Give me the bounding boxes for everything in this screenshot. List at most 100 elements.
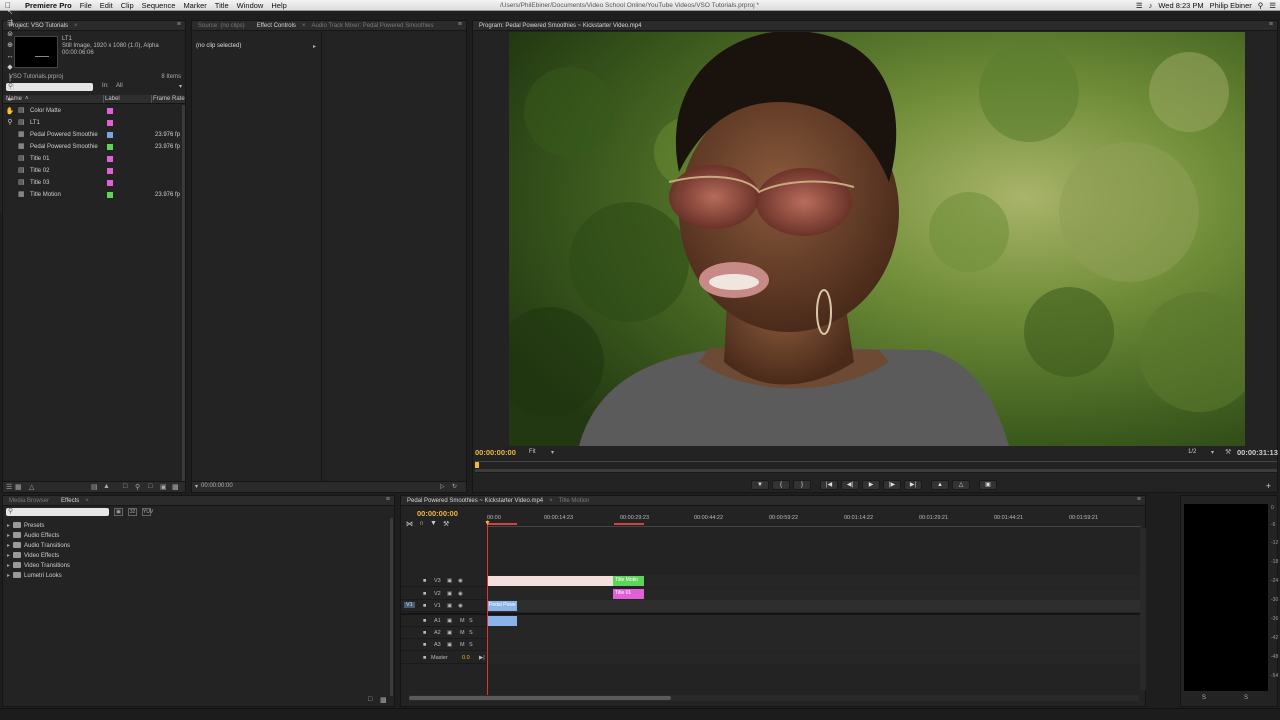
tab-effect-controls[interactable]: Effect Controls <box>251 23 302 29</box>
hand-tool-icon[interactable]: ✋ <box>5 107 15 116</box>
label-swatch[interactable] <box>107 132 113 138</box>
timeline-clip[interactable]: Title 01 <box>613 589 644 599</box>
search-icon[interactable]: ⚲ <box>1258 1 1264 10</box>
solo-icon[interactable]: S <box>469 630 473 636</box>
track-name[interactable]: V2 <box>434 591 441 597</box>
icon-view-icon[interactable]: ▦ <box>15 483 22 491</box>
rolling-edit-tool-icon[interactable]: ⊕ <box>5 41 15 50</box>
new-bin-icon[interactable]: □ <box>368 696 372 703</box>
timeline-timecode[interactable]: 00:00:00:00 <box>417 509 458 518</box>
toggle-sync-icon[interactable]: ▣ <box>447 630 452 636</box>
lock-icon[interactable]: ■ <box>423 591 426 597</box>
nest-icon[interactable]: ⋈ <box>406 520 413 528</box>
col-frame-rate[interactable]: Frame Rate <box>153 96 185 102</box>
folder-presets[interactable]: ▸ Presets <box>7 522 44 529</box>
panel-menu-icon[interactable]: ≡ <box>458 21 462 28</box>
zoom-level-select[interactable]: Fit <box>529 449 536 455</box>
label-swatch[interactable] <box>107 168 113 174</box>
yuv-effects-icon[interactable]: YUV <box>142 508 153 516</box>
wifi-icon[interactable]: ☰ <box>1136 1 1143 10</box>
pen-tool-icon[interactable]: ✒ <box>5 96 15 105</box>
menu-clip[interactable]: Clip <box>121 1 134 10</box>
project-item[interactable]: ▤ LT1 <box>3 117 185 129</box>
toggle-sync-icon[interactable]: ▣ <box>447 591 452 597</box>
track-lane[interactable] <box>487 639 1141 651</box>
slide-tool-icon[interactable]: ⇔ <box>5 85 15 94</box>
program-time-ruler[interactable] <box>475 461 1277 473</box>
folder-video-effects[interactable]: ▸ Video Effects <box>7 552 59 559</box>
timeline-vertical-scrollbar[interactable] <box>1140 528 1146 690</box>
lock-icon[interactable]: ■ <box>423 578 426 584</box>
track-select-tool-icon[interactable]: ⇶ <box>5 19 15 28</box>
panel-menu-icon[interactable]: ≡ <box>1269 21 1273 28</box>
mute-icon[interactable]: M <box>460 630 465 636</box>
go-to-in-button[interactable]: |◀ <box>820 480 838 490</box>
go-to-out-button[interactable]: ▶| <box>904 480 922 490</box>
chevron-down-icon[interactable]: ▾ <box>1211 449 1214 456</box>
button-editor-plus-icon[interactable]: + <box>1266 481 1271 491</box>
toggle-sync-icon[interactable]: ▣ <box>447 642 452 648</box>
chevron-right-icon[interactable]: ▸ <box>7 533 10 539</box>
project-search-input[interactable]: ⚲ <box>6 83 93 91</box>
menu-window[interactable]: Window <box>237 1 264 10</box>
playhead-handle-icon[interactable]: ▼ <box>484 520 491 527</box>
mark-out-button[interactable]: } <box>793 480 811 490</box>
folder-lumetri-looks[interactable]: ▸ Lumetri Looks <box>7 572 62 579</box>
program-current-timecode[interactable]: 00:00:00:00 <box>475 448 516 457</box>
project-item[interactable]: ▦ Pedal Powered Smoothie 23.976 fp <box>3 141 185 153</box>
razor-tool-icon[interactable]: ◆ <box>5 63 15 72</box>
chevron-right-icon[interactable]: ▸ <box>7 563 10 569</box>
solo-icon[interactable]: S <box>469 618 473 624</box>
timeline-playhead[interactable] <box>487 520 488 698</box>
timeline-clip[interactable]: Title Motio <box>613 576 644 586</box>
tab-title-motion[interactable]: Title Motion <box>553 498 596 504</box>
eye-icon[interactable]: ◉ <box>458 603 463 609</box>
chevron-right-icon[interactable]: ▸ <box>7 553 10 559</box>
eye-icon[interactable]: ◉ <box>458 591 463 597</box>
label-swatch[interactable] <box>107 192 113 198</box>
chevron-right-icon[interactable]: ▸ <box>313 43 316 50</box>
track-lane[interactable] <box>487 627 1141 639</box>
step-back-button[interactable]: ◀| <box>841 480 859 490</box>
project-item[interactable]: ▤ Title 03 <box>3 177 185 189</box>
lock-icon[interactable]: ■ <box>423 655 426 661</box>
playback-resolution-select[interactable]: 1/2 <box>1188 449 1196 455</box>
track-lane[interactable] <box>487 615 1141 627</box>
track-name[interactable]: V3 <box>434 578 441 584</box>
col-label[interactable]: Label <box>105 96 120 102</box>
ripple-edit-tool-icon[interactable]: ⊜ <box>5 30 15 39</box>
trash-icon[interactable]: ▩ <box>172 483 179 491</box>
notifications-icon[interactable]: ☰ <box>1269 1 1276 10</box>
project-item[interactable]: ▦ Title Motion 23.976 fp <box>3 189 185 201</box>
track-name[interactable]: A2 <box>434 630 441 636</box>
lock-icon[interactable]: ■ <box>423 630 426 636</box>
go-to-next-icon[interactable]: ▶| <box>479 655 485 661</box>
32bit-effects-icon[interactable]: 32 <box>128 508 137 516</box>
toggle-sync-icon[interactable]: ▣ <box>447 618 452 624</box>
tab-effects[interactable]: Effects <box>55 498 85 504</box>
extract-button[interactable]: △ <box>952 480 970 490</box>
step-forward-button[interactable]: |▶ <box>883 480 901 490</box>
folder-audio-effects[interactable]: ▸ Audio Effects <box>7 532 59 539</box>
project-item[interactable]: ▤ Color Matte <box>3 105 185 117</box>
solo-right-button[interactable]: S <box>1244 695 1248 701</box>
project-item[interactable]: ▤ Title 02 <box>3 165 185 177</box>
clock[interactable]: Wed 8:23 PM <box>1158 1 1203 10</box>
panel-menu-icon[interactable]: ≡ <box>177 21 181 28</box>
timeline-audio-clip[interactable] <box>487 616 517 626</box>
automate-icon[interactable]: ▤ <box>91 483 98 491</box>
trash-icon[interactable]: ▩ <box>380 696 387 704</box>
chevron-down-icon[interactable]: ▾ <box>179 83 182 90</box>
close-icon[interactable]: × <box>74 23 78 29</box>
tab-program[interactable]: Program: Pedal Powered Smoothies ~ Kicks… <box>473 23 647 29</box>
source-patch[interactable]: V1 <box>404 602 415 608</box>
snap-icon[interactable]: ∩ <box>419 520 424 528</box>
project-item[interactable]: ▤ Title 01 <box>3 153 185 165</box>
project-scrollbar[interactable] <box>182 105 185 481</box>
track-lane[interactable]: Title Motio <box>487 575 1141 587</box>
track-lane[interactable]: Pedal Powe <box>487 600 1141 612</box>
new-bin-icon[interactable]: □ <box>148 483 152 490</box>
solo-icon[interactable]: S <box>469 642 473 648</box>
menu-file[interactable]: File <box>80 1 92 10</box>
filter-icon[interactable]: ▾ <box>195 483 198 490</box>
